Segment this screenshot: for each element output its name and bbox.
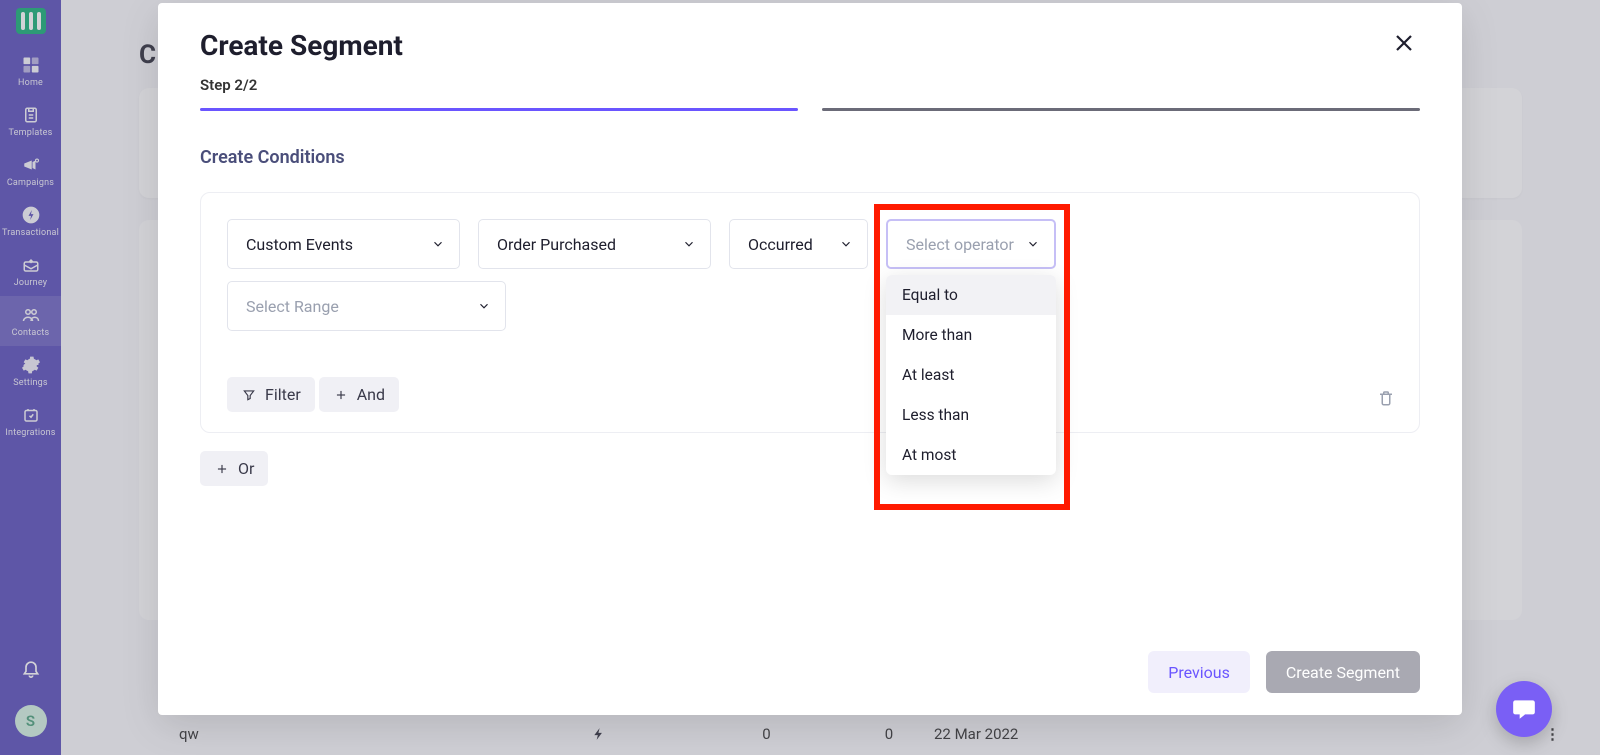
sidebar-item-label: Contacts	[12, 328, 50, 338]
add-or-button[interactable]: Or	[200, 451, 268, 486]
event-name-value: Order Purchased	[497, 235, 616, 254]
chevron-down-icon	[477, 299, 491, 313]
event-type-value: Custom Events	[246, 235, 353, 254]
create-segment-modal: Create Segment Step 2/2 Create Condition…	[158, 3, 1462, 715]
sidebar-item-integrations[interactable]: Integrations	[0, 396, 61, 446]
avatar-initial: S	[26, 712, 35, 730]
chat-icon	[1510, 696, 1538, 722]
close-icon	[1392, 31, 1416, 55]
operator-option-at-least[interactable]: At least	[886, 355, 1056, 395]
operator-placeholder: Select operator	[906, 235, 1014, 254]
sidebar-item-home[interactable]: Home	[0, 46, 61, 96]
trash-icon	[1377, 388, 1395, 408]
left-sidebar: Home Templates Campaigns Transactional J…	[0, 0, 61, 755]
operator-option-equal-to[interactable]: Equal to	[886, 275, 1056, 315]
create-segment-button[interactable]: Create Segment	[1266, 651, 1420, 693]
step-indicator: Step 2/2	[200, 76, 1420, 94]
occurrence-value: Occurred	[748, 235, 813, 254]
row-value-b: 0	[844, 725, 934, 743]
operator-select-wrapper: Select operator Equal to More than At le…	[886, 219, 1056, 269]
bolt-circle-icon	[21, 205, 41, 225]
sidebar-item-journey[interactable]: Journey	[0, 246, 61, 296]
delete-condition-button[interactable]	[1377, 388, 1395, 408]
occurrence-select[interactable]: Occurred	[729, 219, 868, 269]
add-and-button[interactable]: And	[319, 377, 399, 412]
chevron-down-icon	[1026, 237, 1040, 251]
previous-label: Previous	[1168, 663, 1230, 682]
notifications-bell[interactable]	[0, 643, 61, 693]
modal-title: Create Segment	[200, 29, 403, 62]
chevron-down-icon	[682, 237, 696, 251]
filter-button[interactable]: Filter	[227, 377, 315, 412]
gear-icon	[21, 355, 41, 375]
sidebar-item-label: Campaigns	[7, 178, 54, 188]
event-name-select[interactable]: Order Purchased	[478, 219, 711, 269]
sidebar-item-templates[interactable]: Templates	[0, 96, 61, 146]
progress-track	[200, 108, 1420, 111]
progress-step-1	[200, 108, 798, 111]
sidebar-item-campaigns[interactable]: Campaigns	[0, 146, 61, 196]
journey-icon	[21, 255, 41, 275]
create-label: Create Segment	[1286, 663, 1400, 682]
app-logo	[16, 8, 46, 34]
row-date: 22 Mar 2022	[934, 725, 1530, 743]
contacts-icon	[21, 305, 41, 325]
chat-widget-button[interactable]	[1496, 681, 1552, 737]
event-type-select[interactable]: Custom Events	[227, 219, 460, 269]
chevron-down-icon	[839, 237, 853, 251]
bolt-icon	[509, 725, 689, 743]
filter-label: Filter	[265, 385, 301, 404]
previous-button[interactable]: Previous	[1148, 651, 1250, 693]
and-label: And	[357, 385, 385, 404]
home-icon	[21, 55, 41, 75]
sidebar-item-settings[interactable]: Settings	[0, 346, 61, 396]
operator-dropdown: Equal to More than At least Less than At…	[886, 275, 1056, 475]
filter-icon	[241, 387, 257, 403]
range-placeholder: Select Range	[246, 297, 339, 316]
sidebar-item-label: Templates	[9, 128, 53, 138]
sidebar-item-label: Settings	[13, 378, 47, 388]
row-value-a: 0	[689, 725, 844, 743]
section-label: Create Conditions	[200, 147, 1420, 168]
plus-icon	[214, 461, 230, 477]
integrations-icon	[21, 405, 41, 425]
plus-icon	[333, 387, 349, 403]
range-select[interactable]: Select Range	[227, 281, 506, 331]
condition-group: Custom Events Order Purchased Occurred	[200, 192, 1420, 433]
sidebar-item-label: Journey	[14, 278, 47, 288]
close-button[interactable]	[1388, 29, 1420, 57]
user-avatar[interactable]: S	[15, 705, 47, 737]
templates-icon	[21, 105, 41, 125]
or-label: Or	[238, 459, 254, 478]
operator-select[interactable]: Select operator	[886, 219, 1056, 269]
progress-step-2	[822, 108, 1420, 111]
sidebar-item-contacts[interactable]: Contacts	[0, 296, 61, 346]
megaphone-icon	[21, 155, 41, 175]
operator-option-at-most[interactable]: At most	[886, 435, 1056, 475]
operator-option-less-than[interactable]: Less than	[886, 395, 1056, 435]
bell-icon	[21, 657, 41, 679]
sidebar-item-label: Transactional	[2, 228, 59, 238]
operator-option-more-than[interactable]: More than	[886, 315, 1056, 355]
chevron-down-icon	[431, 237, 445, 251]
sidebar-item-label: Home	[18, 78, 43, 88]
table-row: qw 0 0 22 Mar 2022 ⋮	[139, 713, 1600, 755]
row-name: qw	[179, 725, 509, 743]
sidebar-item-label: Integrations	[5, 428, 55, 438]
sidebar-item-transactional[interactable]: Transactional	[0, 196, 61, 246]
